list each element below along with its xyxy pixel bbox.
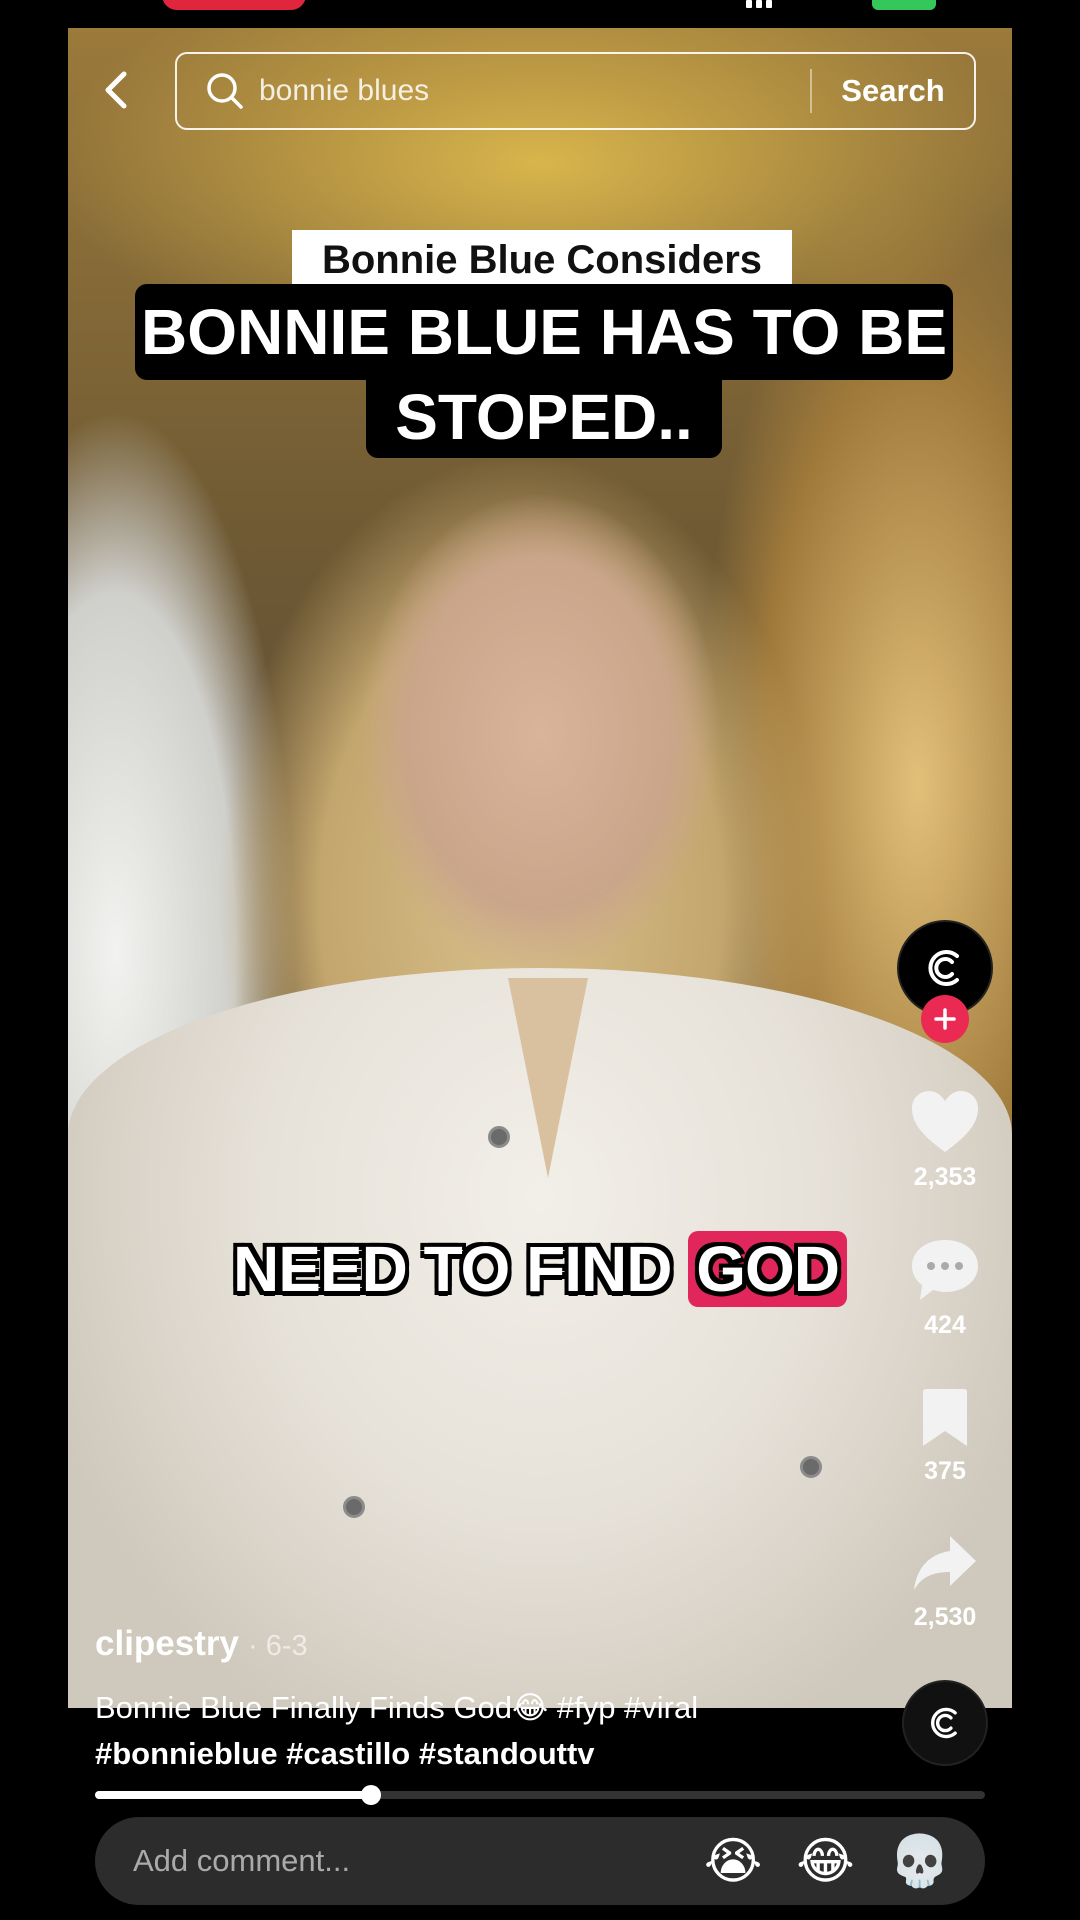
share-count: 2,530 [913,1603,977,1631]
share-arrow-icon [914,1536,976,1590]
post-description-line1: Bonnie Blue Finally Finds God😂 #fyp #vir… [95,1690,699,1725]
like-count: 2,353 [913,1163,977,1191]
post-username[interactable]: clipestry [95,1624,239,1664]
comment-input[interactable]: Add comment... [133,1843,704,1879]
post-date: · 6-3 [248,1630,308,1662]
subtitle-highlight: GOD [688,1231,847,1307]
follow-button[interactable] [921,995,969,1043]
post-description-hashtags[interactable]: #bonnieblue #castillo #standouttv [95,1736,595,1772]
creator-logo-icon [928,950,959,986]
chevron-left-icon [105,71,127,109]
video-progress-thumb[interactable] [360,1785,381,1805]
back-button[interactable] [96,68,136,112]
emoji-laughing-button[interactable]: 😂 [796,1836,854,1886]
video-progress-bar[interactable] [95,1785,985,1805]
video-frame-detail [343,1496,365,1518]
search-icon [207,73,243,109]
creator-logo-icon [931,1707,957,1739]
comment-bubble-icon [912,1240,978,1300]
search-input[interactable]: bonnie blues [259,74,810,108]
heart-icon [912,1091,978,1152]
like-button[interactable]: 2,353 [895,1090,995,1192]
video-progress-fill [95,1791,371,1799]
emoji-crying-button[interactable]: 😭 [704,1836,762,1886]
comment-bar[interactable]: Add comment... 😭 😂 💀 [95,1817,985,1905]
subtitle-text: NEED TO FIND [233,1233,672,1305]
signal-icon [746,0,780,8]
search-bar[interactable]: bonnie blues Search [175,52,976,130]
comment-button[interactable]: 424 [895,1238,995,1340]
emoji-skull-button[interactable]: 💀 [889,1836,951,1886]
search-button[interactable]: Search [812,73,974,109]
video-frame-detail [488,1126,510,1148]
music-disc[interactable] [902,1680,988,1766]
comment-count: 424 [924,1311,966,1339]
plus-icon [934,1008,956,1030]
save-button[interactable]: 375 [895,1388,995,1486]
video-caption-line2: STOPED.. [366,376,722,458]
video-frame-detail [800,1456,822,1478]
battery-icon [872,0,936,10]
video-caption-top: Bonnie Blue Considers [292,230,792,286]
save-count: 375 [924,1457,966,1485]
recording-indicator [162,0,306,10]
bookmark-icon [923,1389,967,1446]
share-button[interactable]: 2,530 [895,1534,995,1632]
video-caption-line1: BONNIE BLUE HAS TO BE [135,284,953,380]
